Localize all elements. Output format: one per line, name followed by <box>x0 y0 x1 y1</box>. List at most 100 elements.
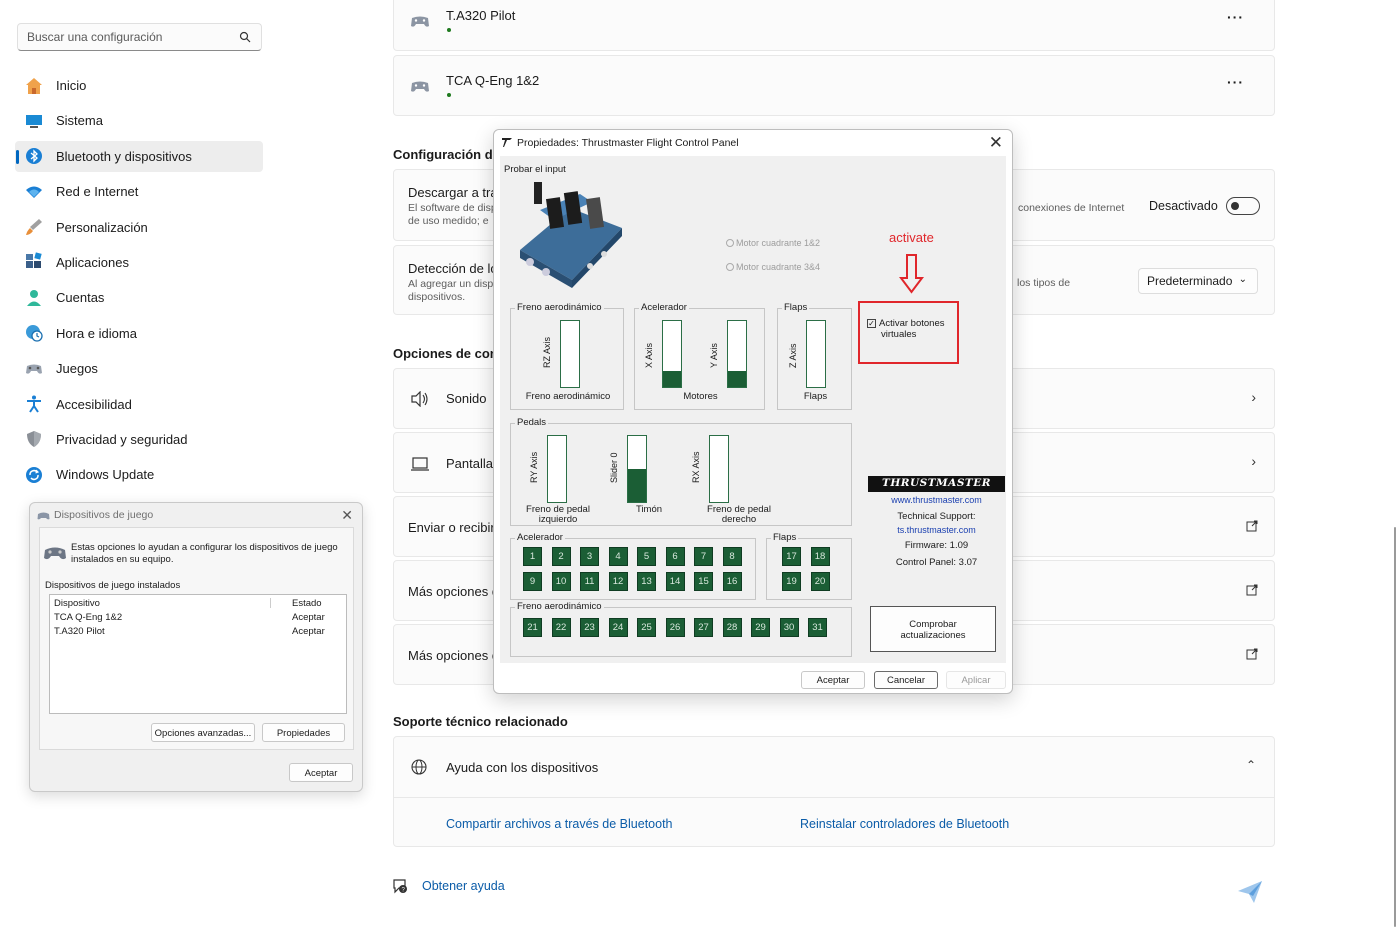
more-icon[interactable]: ··· <box>1227 9 1244 25</box>
card-label: Sonido <box>446 391 487 406</box>
sidebar-item-cuentas[interactable]: Cuentas <box>15 282 263 313</box>
device-name: T.A320 Pilot <box>446 8 516 23</box>
group-label: Pedals <box>515 417 549 428</box>
sidebar-item-windows-update[interactable]: Windows Update <box>15 459 263 490</box>
card-right-text: los tipos de <box>1017 277 1071 289</box>
sidebar-item-label: Bluetooth y dispositivos <box>56 148 192 164</box>
apply-button[interactable]: Aplicar <box>946 671 1006 689</box>
radio-icon <box>726 239 734 247</box>
group-label: Freno aerodinámico <box>515 302 604 313</box>
sidebar-item-label: Hora e idioma <box>56 325 137 341</box>
scrollbar[interactable] <box>1394 527 1396 927</box>
support-label: Technical Support: <box>897 511 976 522</box>
virtual-button: 5 <box>637 547 656 566</box>
axis-caption: izquierdo <box>538 514 578 525</box>
website-link[interactable]: www.thrustmaster.com <box>868 495 1005 505</box>
reinstall-drivers-link[interactable]: Reinstalar controladores de Bluetooth <box>800 817 1009 831</box>
update-icon <box>24 465 44 485</box>
close-icon[interactable]: ✕ <box>989 133 1003 153</box>
dialog-title: Dispositivos de juego <box>54 509 154 521</box>
ry-axis-bar <box>547 435 567 503</box>
properties-button[interactable]: Propiedades <box>262 723 345 742</box>
advanced-options-button[interactable]: Opciones avanzadas... <box>151 723 255 742</box>
sidebar-item-label: Inicio <box>56 78 87 93</box>
card-label: Más opciones d <box>408 584 500 599</box>
device-card-a320[interactable]: T.A320 Pilot ··· <box>393 0 1275 51</box>
search-icon[interactable] <box>239 31 251 43</box>
card-label: Más opciones d <box>408 648 500 663</box>
virtual-button: 10 <box>551 572 571 591</box>
sidebar-item-aplicaciones[interactable]: Aplicaciones <box>15 247 263 278</box>
feedback-icon[interactable] <box>1237 880 1263 904</box>
virtual-button: 22 <box>551 618 571 637</box>
chevron-up-icon[interactable]: ⌃ <box>1246 758 1256 772</box>
search-input[interactable] <box>18 24 228 50</box>
device-list[interactable]: Dispositivo Estado TCA Q-Eng 1&2 Aceptar… <box>49 594 347 714</box>
game-controllers-dialog: Dispositivos de juego ✕ Estas opciones l… <box>29 502 363 792</box>
button-label: Comprobar <box>909 619 957 630</box>
sidebar-item-label: Red e Internet <box>56 184 139 200</box>
throttle-axis-group: Acelerador X Axis Y Axis Motores <box>634 302 765 410</box>
card-title: Detección de lo <box>408 261 498 276</box>
help-icon: ? <box>393 879 407 894</box>
dialog-description: Estas opciones lo ayudan a configurar lo… <box>71 542 338 565</box>
ok-button[interactable]: Aceptar <box>289 763 353 782</box>
brake-buttons-group: Freno aerodinámico 21 22 23 24 25 26 27 28 29 30 3… <box>510 601 852 657</box>
column-header[interactable]: Estado <box>292 598 322 609</box>
radio-label: Motor cuadrante 3&4 <box>736 262 821 272</box>
help-header[interactable]: Ayuda con los dispositivos ⌃ <box>394 737 1274 798</box>
metered-toggle[interactable] <box>1226 197 1260 215</box>
sidebar-item-bluetooth[interactable]: Bluetooth y dispositivos <box>15 140 263 172</box>
column-divider <box>270 598 271 608</box>
virtual-button: 14 <box>665 572 685 591</box>
speaker-icon <box>411 391 428 407</box>
device-card-tca[interactable]: TCA Q-Eng 1&2 ··· <box>393 55 1275 116</box>
more-icon[interactable]: ··· <box>1227 74 1244 90</box>
external-link-icon <box>1246 648 1258 660</box>
virtual-button: 31 <box>808 618 827 637</box>
list-item-status: Aceptar <box>292 626 325 637</box>
section-title: Opciones de confi <box>393 346 506 361</box>
sidebar-item-red[interactable]: Red e Internet <box>15 176 263 207</box>
sidebar-item-hora[interactable]: Hora e idioma <box>15 318 263 349</box>
engine-12-radio[interactable]: Motor cuadrante 1&2 <box>726 238 820 248</box>
section-title: Configuración de <box>393 147 500 162</box>
globe-clock-icon <box>24 323 44 343</box>
chevron-right-icon: › <box>1251 389 1256 405</box>
sidebar-item-personalizacion[interactable]: Personalización <box>15 212 263 243</box>
title-bar: Propiedades: Thrustmaster Flight Control… <box>494 130 1012 156</box>
control-panel-version: Control Panel: 3.07 <box>895 557 978 568</box>
virtual-button: 20 <box>810 572 830 591</box>
axis-caption: Flaps <box>803 391 828 402</box>
virtual-button: 28 <box>722 618 742 637</box>
group-label: Flaps <box>771 532 799 543</box>
close-icon[interactable]: ✕ <box>341 507 353 524</box>
x-axis-fill <box>663 370 681 387</box>
check-updates-button[interactable]: Comprobar actualizaciones <box>870 606 996 652</box>
test-input-label: Probar el input <box>504 164 566 175</box>
column-header[interactable]: Dispositivo <box>54 598 100 609</box>
engine-34-radio[interactable]: Motor cuadrante 3&4 <box>726 262 820 272</box>
virtual-button: 30 <box>779 618 799 637</box>
dialog-title: Propiedades: Thrustmaster Flight Control… <box>517 137 739 149</box>
share-files-link[interactable]: Compartir archivos a través de Bluetooth <box>446 817 673 831</box>
sidebar-item-inicio[interactable]: Inicio <box>15 70 263 101</box>
sidebar-item-accesibilidad[interactable]: Accesibilidad <box>15 389 263 420</box>
search-box[interactable] <box>17 23 262 51</box>
support-link[interactable]: ts.thrustmaster.com <box>868 525 1005 535</box>
list-item[interactable]: TCA Q-Eng 1&2 <box>54 612 122 623</box>
ok-button[interactable]: Aceptar <box>801 671 865 689</box>
virtual-button: 27 <box>694 618 713 637</box>
card-subtitle: Al agregar un disp <box>408 278 494 290</box>
sidebar-item-juegos[interactable]: Juegos <box>15 353 263 384</box>
get-help-link[interactable]: Obtener ayuda <box>422 879 505 893</box>
flaps-axis-group: Flaps Z Axis Flaps <box>777 302 852 410</box>
virtual-button: 18 <box>810 547 830 566</box>
list-item[interactable]: T.A320 Pilot <box>54 626 105 637</box>
detect-select[interactable]: Predeterminado ⌄ <box>1138 268 1258 294</box>
axis-caption: Timón <box>635 504 663 515</box>
cancel-button[interactable]: Cancelar <box>874 671 938 689</box>
throttle-buttons-group: Acelerador 1 2 3 4 5 6 7 8 9 10 11 12 13 14 15 16 <box>510 532 756 600</box>
sidebar-item-sistema[interactable]: Sistema <box>15 105 263 136</box>
sidebar-item-privacidad[interactable]: Privacidad y seguridad <box>15 424 263 455</box>
